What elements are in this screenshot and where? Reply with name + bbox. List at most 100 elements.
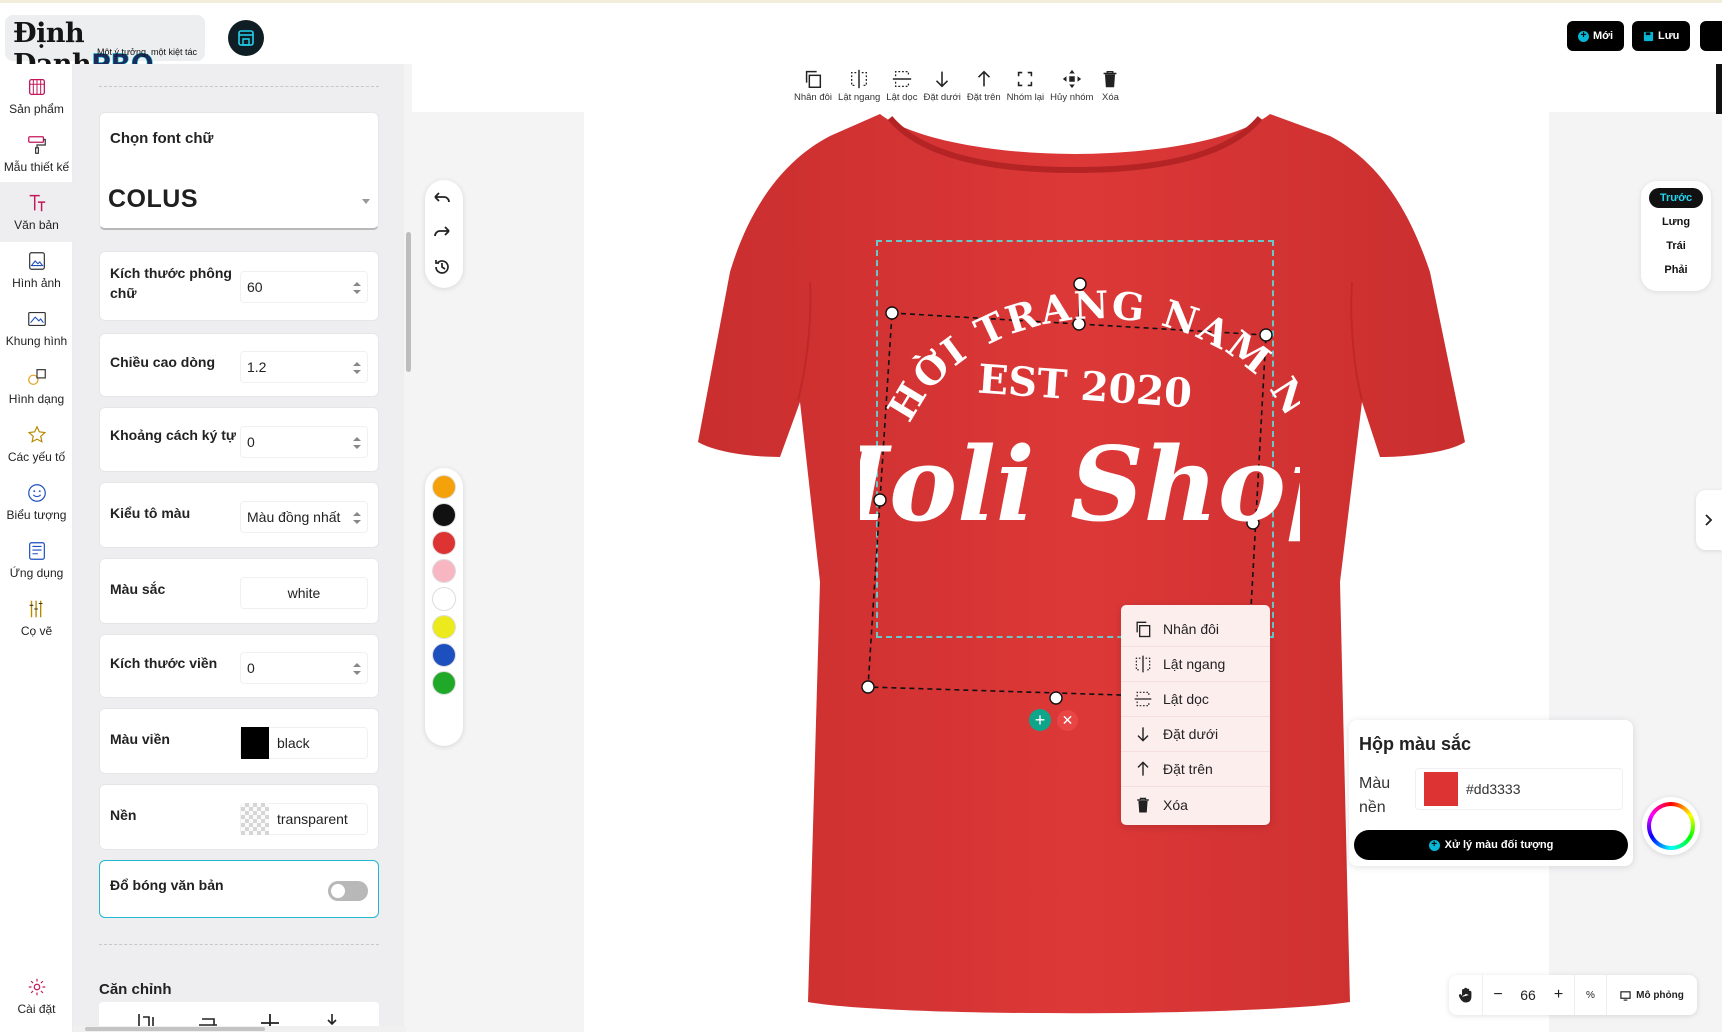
rail-item-text[interactable]: Văn bản <box>0 182 73 242</box>
redo-button[interactable] <box>425 216 459 250</box>
tab-right[interactable]: Phải <box>1649 260 1703 280</box>
palette-swatch-black[interactable] <box>432 503 456 527</box>
rail-item-shapes[interactable]: Hình dạng <box>0 356 73 416</box>
image-icon <box>28 252 45 270</box>
design-text-group[interactable]: THỜI TRANG NAM NỮ EST 2020 Holi Shop <box>860 275 1300 595</box>
main-text[interactable]: Holi Shop <box>860 425 1300 545</box>
stroke-color-input[interactable]: black <box>240 727 368 759</box>
panel-scroll-thumb[interactable] <box>406 232 411 372</box>
context-item-bring-forward[interactable]: Đặt trên <box>1121 752 1270 787</box>
zoom-value[interactable]: 66 <box>1513 975 1543 1015</box>
background-label: Nền <box>110 807 137 823</box>
new-button[interactable]: + Mới <box>1567 21 1625 51</box>
rail-item-templates[interactable]: Mẫu thiết kế <box>0 124 73 184</box>
rail-item-apps[interactable]: Ứng dụng <box>0 530 73 590</box>
color-wheel-button[interactable] <box>1642 797 1700 855</box>
est-text[interactable]: EST 2020 <box>976 356 1193 418</box>
stroke-size-input[interactable]: 0 <box>240 652 368 684</box>
rail-item-brush[interactable]: Cọ vẽ <box>0 588 73 648</box>
zoom-in-button[interactable]: + <box>1543 975 1575 1015</box>
action-duplicate[interactable]: Nhân đôi <box>792 68 834 112</box>
color-box-title: Hộp màu sắc <box>1359 734 1472 754</box>
palette-swatch-red[interactable] <box>432 531 456 555</box>
background-color-swatch[interactable] <box>1424 772 1458 806</box>
flip-horizontal-icon <box>851 69 868 89</box>
tab-left[interactable]: Trái <box>1649 236 1703 256</box>
save-button[interactable]: Lưu <box>1632 21 1691 51</box>
flip-vertical-icon <box>892 71 912 87</box>
palette-swatch-white[interactable] <box>432 587 456 611</box>
top-bar: Định DanhPRO Một ý tưởng, một kiệt tác +… <box>0 0 1722 80</box>
shirt-icon <box>28 79 45 95</box>
rail-item-settings[interactable]: Cài đặt <box>0 966 73 1026</box>
panel-scrollbar[interactable] <box>404 64 412 1032</box>
rail-item-products[interactable]: Sản phẩm <box>0 66 73 126</box>
stepper-icon[interactable] <box>353 437 361 449</box>
pan-tool-button[interactable] <box>1449 975 1483 1015</box>
fill-type-select[interactable]: Màu đồng nhất <box>240 501 368 533</box>
trash-icon <box>1137 797 1149 812</box>
rail-item-icons[interactable]: Biểu tượng <box>0 472 73 532</box>
text-shadow-card: Đổ bóng văn bản <box>99 860 379 918</box>
palette-swatch-pink[interactable] <box>432 559 456 583</box>
brand-logo[interactable]: Định DanhPRO Một ý tưởng, một kiệt tác <box>5 15 205 80</box>
star-icon <box>27 425 46 443</box>
background-color-input[interactable]: #dd3333 <box>1415 768 1623 810</box>
stroke-color-card: Màu viền black <box>99 708 379 774</box>
panel-horizontal-scrollbar[interactable] <box>73 1026 406 1032</box>
redo-icon <box>434 226 450 237</box>
letter-spacing-input[interactable]: 0 <box>240 426 368 458</box>
history-button[interactable] <box>425 250 459 284</box>
simulate-button[interactable]: Mô phỏng <box>1607 975 1697 1015</box>
zoom-out-button[interactable]: − <box>1483 975 1513 1015</box>
action-delete[interactable]: Xóa <box>1097 68 1123 112</box>
font-size-label: Kích thước phông chữ <box>110 265 232 301</box>
account-button[interactable] <box>1700 21 1722 51</box>
palette-swatch-orange[interactable] <box>432 475 456 499</box>
context-item-send-backward[interactable]: Đặt dưới <box>1121 717 1270 752</box>
undo-button[interactable] <box>425 182 459 216</box>
action-flip-horizontal[interactable]: Lật ngang <box>836 68 882 112</box>
palette-swatch-green[interactable] <box>432 671 456 695</box>
stepper-icon[interactable] <box>353 663 361 675</box>
canvas-scrollbar[interactable] <box>1716 64 1722 114</box>
divider <box>99 944 379 945</box>
action-ungroup[interactable]: Hủy nhóm <box>1048 68 1095 112</box>
font-size-input[interactable]: 60 <box>240 271 368 303</box>
context-item-flip-vertical[interactable]: Lật dọc <box>1121 682 1270 717</box>
stroke-color-swatch[interactable] <box>241 727 269 759</box>
background-input[interactable]: transparent <box>240 803 368 835</box>
text-shadow-toggle[interactable] <box>328 881 368 901</box>
add-element-button[interactable]: + <box>1029 709 1051 731</box>
line-height-input[interactable]: 1.2 <box>240 351 368 383</box>
context-item-delete[interactable]: Xóa <box>1121 787 1270 822</box>
tab-front[interactable]: Trước <box>1649 188 1703 208</box>
rail-item-images[interactable]: Hình ảnh <box>0 240 73 300</box>
store-button[interactable] <box>228 20 264 56</box>
font-select-card[interactable]: Chọn font chữ COLUS <box>99 112 379 230</box>
palette-swatch-blue[interactable] <box>432 643 456 667</box>
expand-panel-button[interactable] <box>1696 490 1722 550</box>
stepper-icon[interactable] <box>353 282 361 294</box>
action-bring-forward[interactable]: Đặt trên <box>965 68 1003 112</box>
action-send-backward[interactable]: Đặt dưới <box>921 68 962 112</box>
chevron-right-icon <box>1705 514 1713 526</box>
tab-back[interactable]: Lưng <box>1649 212 1703 232</box>
action-group[interactable]: Nhóm lại <box>1005 68 1047 112</box>
stepper-icon[interactable] <box>353 362 361 374</box>
context-item-flip-horizontal[interactable]: Lật ngang <box>1121 647 1270 682</box>
panel-horizontal-scroll-thumb[interactable] <box>85 1027 265 1031</box>
font-select-value[interactable]: COLUS <box>108 185 198 214</box>
resize-handle[interactable] <box>1049 691 1063 705</box>
rail-item-frames[interactable]: Khung hình <box>0 298 73 358</box>
palette-swatch-yellow[interactable] <box>432 615 456 639</box>
process-object-color-button[interactable]: + Xử lý màu đối tượng <box>1354 830 1628 860</box>
flip-horizontal-icon <box>1135 655 1151 673</box>
transparent-swatch[interactable] <box>241 803 269 835</box>
color-input[interactable]: white <box>240 577 368 609</box>
context-item-duplicate[interactable]: Nhân đôi <box>1121 612 1270 647</box>
rail-item-elements[interactable]: Các yếu tố <box>0 414 73 474</box>
resize-handle[interactable] <box>861 680 875 694</box>
action-flip-vertical[interactable]: Lật dọc <box>884 68 919 112</box>
remove-element-button[interactable]: ✕ <box>1057 710 1078 731</box>
